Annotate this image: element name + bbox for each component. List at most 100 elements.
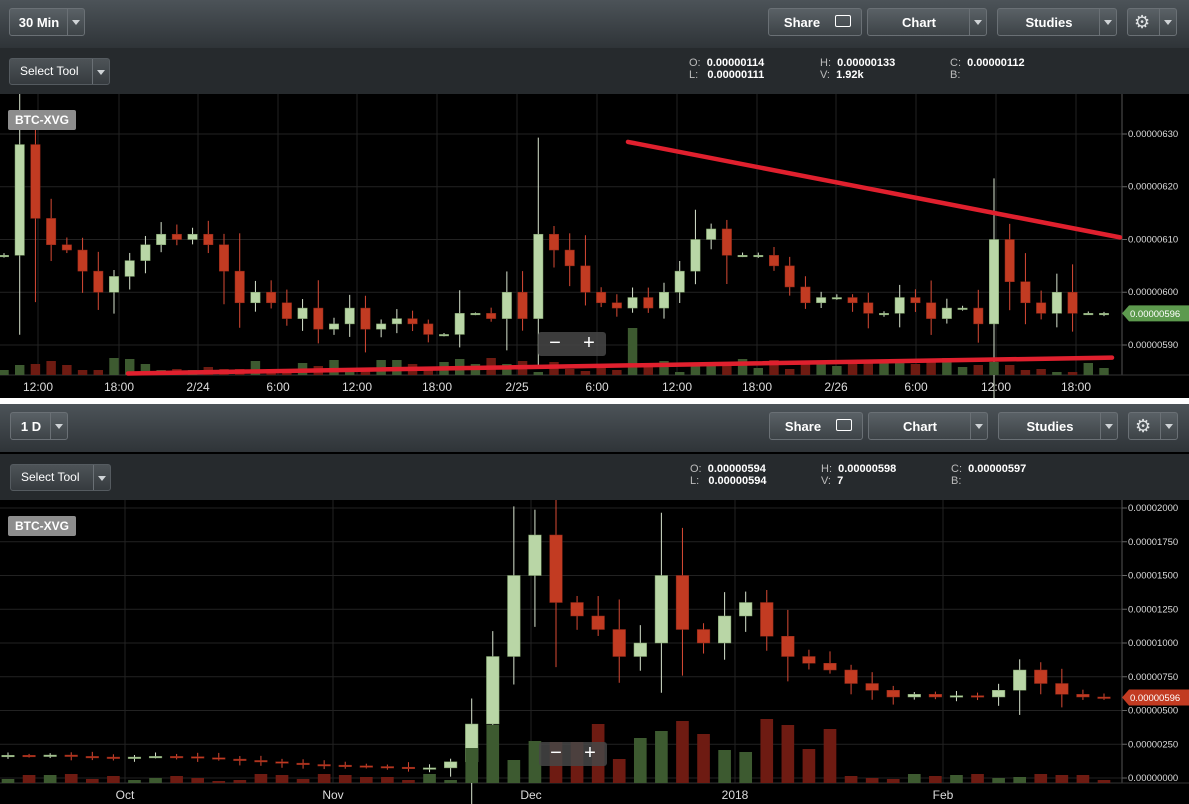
bottom-chart-dropdown[interactable]: Chart: [868, 412, 988, 440]
bottom-interval-dropdown[interactable]: 1 D: [10, 412, 68, 440]
candle-body: [329, 323, 339, 330]
candle-body: [737, 255, 748, 258]
bottom-zoom-control[interactable]: − +: [539, 742, 607, 766]
candle-body: [187, 233, 198, 240]
y-tick-label: 0.00000590: [1128, 340, 1178, 351]
volume-bar: [93, 370, 103, 375]
candle-body: [831, 297, 842, 300]
candle-body: [1034, 669, 1048, 684]
top-chart-dropdown[interactable]: Chart: [867, 8, 987, 36]
candle-body: [674, 270, 685, 293]
volume-bar: [423, 774, 436, 783]
volume-bar: [1020, 370, 1031, 375]
x-tick-label: 12:00: [662, 380, 692, 394]
chevron-down-icon: [970, 413, 987, 439]
volume-bar: [612, 370, 622, 375]
bottom-share-button[interactable]: Share: [769, 412, 863, 440]
volume-bar: [465, 748, 479, 783]
y-tick-label: 0.00000600: [1128, 287, 1178, 298]
top-studies-label: Studies: [1025, 15, 1073, 30]
volume-bar: [381, 777, 394, 783]
candle-body: [886, 690, 900, 698]
candle-body: [444, 761, 458, 769]
candle-body: [407, 318, 418, 325]
bottom-chart-panel: 1 D Share Chart Studies ⚙ Select Tool O:…: [0, 404, 1189, 804]
candle-body: [844, 669, 858, 684]
candle-body: [611, 302, 622, 309]
candle-body: [275, 761, 289, 764]
top-share-button[interactable]: Share: [768, 8, 862, 36]
candle-body: [706, 228, 717, 240]
volume-bar: [43, 775, 57, 783]
candle-body: [22, 755, 36, 758]
candle-body: [517, 291, 528, 319]
candle-body: [234, 270, 245, 304]
candle-body: [344, 307, 355, 325]
candle-body: [191, 756, 205, 759]
candle-body: [127, 756, 142, 759]
candle-body: [781, 636, 795, 657]
zoom-in-button[interactable]: +: [573, 742, 607, 764]
top-ohlc-close-bid: C: 0.00000112 B:: [950, 57, 1025, 81]
bottom-studies-dropdown[interactable]: Studies: [998, 412, 1118, 440]
top-settings-button[interactable]: ⚙: [1127, 8, 1177, 36]
bottom-studies-label: Studies: [1026, 419, 1074, 434]
volume-bar: [675, 372, 685, 375]
candle-body: [721, 228, 732, 256]
top-studies-dropdown[interactable]: Studies: [997, 8, 1117, 36]
open-value: 0.00000114: [706, 57, 765, 69]
candle-body: [233, 758, 247, 761]
y-tick-label: 0.00000630: [1128, 129, 1178, 140]
candle-body: [989, 239, 999, 325]
candle-body: [376, 323, 387, 330]
volume-bar: [62, 365, 72, 375]
top-interval-dropdown[interactable]: 30 Min: [9, 8, 85, 36]
candle-body: [580, 265, 591, 293]
x-tick-label: 18:00: [1061, 380, 1091, 394]
candle-body: [1013, 669, 1027, 691]
candle-body: [219, 244, 229, 272]
candle-body: [77, 249, 88, 272]
candle-body: [156, 233, 167, 246]
candle-body: [1051, 291, 1062, 314]
candle-body: [907, 694, 921, 698]
volume-bar: [633, 738, 647, 783]
volume-bar: [0, 370, 9, 375]
open-value: 0.00000594: [707, 463, 766, 475]
candle-body: [171, 233, 182, 240]
candle-body: [64, 754, 78, 757]
volume-bar: [30, 364, 41, 375]
volume-label: V:: [821, 475, 831, 487]
top-toolbar: 30 Min Share Chart Studies ⚙: [0, 0, 1189, 48]
gear-icon: ⚙: [1134, 12, 1151, 32]
zoom-out-button[interactable]: −: [538, 332, 572, 354]
candle-body: [124, 260, 135, 277]
candle-body: [470, 313, 481, 316]
volume-bar: [907, 774, 921, 783]
top-plot-area[interactable]: 0.00000630 0.00000620 0.00000610 0.00000600…: [0, 94, 1189, 398]
high-value: 0.00000133: [837, 57, 896, 69]
top-symbol-label: BTC-XVG: [8, 110, 76, 130]
low-value: 0.00000111: [707, 69, 765, 81]
current-price-tag-label: 0.00000596: [1130, 309, 1180, 320]
top-zoom-control[interactable]: − +: [538, 332, 606, 356]
volume-bar: [329, 360, 339, 375]
volume-bar: [718, 750, 731, 783]
volume-bar: [212, 781, 226, 783]
top-select-tool-dropdown[interactable]: Select Tool: [9, 58, 110, 85]
volume-bar: [1083, 363, 1093, 375]
bottom-plot-area[interactable]: 0.00002000 0.00001750 0.00001500 0.00001250…: [0, 500, 1189, 804]
bottom-settings-button[interactable]: ⚙: [1128, 412, 1178, 440]
candle-body: [296, 762, 310, 765]
bottom-ohlc-open-low: O: 0.00000594 L: 0.00000594: [690, 463, 766, 487]
candle-body: [1020, 281, 1031, 304]
volume-bar: [1034, 774, 1048, 783]
top-chart-label: Chart: [902, 15, 936, 30]
volume-bar: [655, 731, 668, 783]
x-tick-label: Nov: [322, 788, 343, 802]
open-label: O:: [689, 57, 701, 69]
bottom-select-tool-dropdown[interactable]: Select Tool: [10, 464, 111, 491]
zoom-out-button[interactable]: −: [539, 742, 573, 764]
zoom-in-button[interactable]: +: [572, 332, 606, 354]
volume-bar: [402, 780, 415, 783]
